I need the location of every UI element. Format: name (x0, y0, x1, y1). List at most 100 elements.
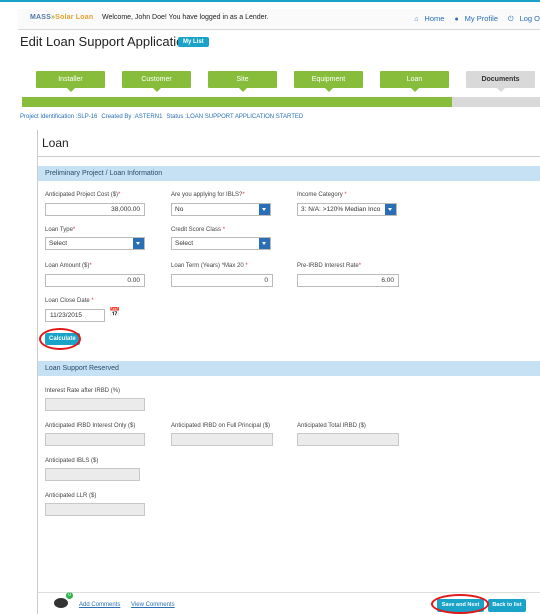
project-cost-label: Anticipated Project Cost ($)* (45, 192, 120, 198)
comment-count-badge: 0 (66, 592, 73, 599)
loan-term-label-text: Loan Term (Years) *Max 20 (171, 263, 246, 269)
loan-section-title: Loan (42, 136, 69, 150)
mass-solar-loan-logo[interactable]: MASS»Solar Loan (30, 14, 93, 21)
loan-amount-input[interactable]: 0.00 (45, 274, 145, 287)
progress-bar (22, 97, 540, 107)
irbd-interest-only-label: Anticipated IRBD Interest Only ($) (45, 423, 136, 429)
step-equipment-label: Equipment (311, 76, 346, 83)
chevron-down-icon (385, 204, 396, 215)
loan-close-date-label-text: Loan Close Date (45, 298, 92, 304)
calendar-icon[interactable]: 📅 (109, 307, 120, 318)
required-asterisk: * (91, 298, 94, 304)
step-customer[interactable]: Customer (122, 71, 191, 92)
my-profile-link-label: My Profile (464, 14, 499, 23)
pre-irbd-rate-label: Pre-IRBD Interest Rate* (297, 263, 361, 269)
page-title: Edit Loan Support Application (20, 34, 191, 49)
income-category-label-text: Income Category (297, 192, 345, 198)
step-pointer (66, 88, 75, 92)
chevron-down-icon (259, 238, 270, 249)
step-installer-label: Installer (58, 76, 83, 83)
credit-score-label: Credit Score Class * (171, 227, 225, 233)
step-pointer (238, 88, 247, 92)
step-installer[interactable]: Installer (36, 71, 105, 92)
rate-after-irbd-field (45, 398, 145, 411)
project-identification: Project Identification :SLP-16 (20, 114, 98, 120)
comments-icon[interactable] (54, 598, 68, 608)
loan-term-input[interactable]: 0 (171, 274, 273, 287)
credit-score-select[interactable]: Select (171, 237, 271, 250)
home-link-label: Home (424, 14, 445, 23)
ibls-select[interactable]: No (171, 203, 271, 216)
credit-score-label-text: Credit Score Class (171, 227, 223, 233)
income-category-select[interactable]: 3: N/A: >120% Median Inco (297, 203, 397, 216)
project-cost-input[interactable]: 38,000.00 (45, 203, 145, 216)
progress-bar-fill (22, 97, 452, 107)
back-to-list-button[interactable]: Back to list (488, 599, 526, 612)
ibls-select-value: No (175, 206, 184, 213)
logo-solar-loan: Solar Loan (55, 14, 94, 21)
loan-close-date-input[interactable]: 11/23/2015 (45, 309, 105, 322)
view-comments-link[interactable]: View Comments (131, 602, 175, 608)
section-divider (37, 156, 540, 157)
step-equipment[interactable]: Equipment (294, 71, 363, 92)
highlight-circle (39, 328, 81, 350)
top-links: ⌂ Home ● My Profile ⏻ Log O (404, 14, 540, 24)
created-by: Created By :ASTERN1 (101, 114, 163, 120)
chevron-down-icon (133, 238, 144, 249)
step-site-label: Site (236, 76, 249, 83)
required-asterisk: * (242, 192, 245, 198)
total-irbd-field (297, 433, 399, 446)
required-asterisk: * (245, 263, 248, 269)
anticipated-llr-field (45, 503, 145, 516)
my-list-button[interactable]: My List (178, 37, 209, 47)
step-documents-label: Documents (481, 76, 520, 83)
income-category-select-value: 3: N/A: >120% Median Inco (301, 206, 381, 213)
total-irbd-label: Anticipated Total IRBD ($) (297, 423, 366, 429)
my-profile-link[interactable]: ● My Profile (449, 14, 498, 23)
anticipated-ibls-label: Anticipated IBLS ($) (45, 458, 99, 464)
irbd-full-principal-field (171, 433, 273, 446)
required-asterisk: * (118, 192, 121, 198)
loan-type-select[interactable]: Select (45, 237, 145, 250)
step-documents[interactable]: Documents (466, 71, 535, 92)
loan-amount-label-text: Loan Amount ($) (45, 263, 90, 269)
income-category-label: Income Category * (297, 192, 347, 198)
user-icon: ● (454, 16, 459, 23)
home-link[interactable]: ⌂ Home (409, 14, 444, 23)
credit-score-select-value: Select (175, 240, 194, 247)
ibls-label-text: Are you applying for IBLS? (171, 192, 243, 198)
step-pointer (410, 88, 419, 92)
step-loan-label: Loan (406, 76, 423, 83)
irbd-interest-only-field (45, 433, 145, 446)
welcome-message: Welcome, John Doe! You have logged in as… (102, 14, 269, 21)
pre-irbd-rate-label-text: Pre-IRBD Interest Rate (297, 263, 359, 269)
highlight-circle (431, 594, 489, 614)
loan-type-select-value: Select (49, 240, 68, 247)
add-comments-link[interactable]: Add Comments (79, 602, 120, 608)
project-cost-label-text: Anticipated Project Cost ($) (45, 192, 119, 198)
project-status: Status :LOAN SUPPORT APPLICATION STARTED (166, 114, 304, 120)
preliminary-info-header: Preliminary Project / Loan Information (38, 166, 540, 181)
logout-link[interactable]: ⏻ Log O (503, 14, 540, 23)
loan-type-label-text: Loan Type (45, 227, 73, 233)
logo-mass: MASS (30, 14, 52, 21)
loan-close-date-label: Loan Close Date * (45, 298, 94, 304)
logout-link-label: Log O (519, 14, 540, 23)
pre-irbd-rate-input[interactable]: 6.00 (297, 274, 399, 287)
loan-support-reserved-header: Loan Support Reserved (38, 361, 540, 376)
loan-amount-label: Loan Amount ($)* (45, 263, 92, 269)
step-pointer (324, 88, 333, 92)
top-bar: MASS»Solar Loan Welcome, John Doe! You h… (18, 9, 540, 30)
step-pointer (496, 88, 505, 92)
step-site[interactable]: Site (208, 71, 277, 92)
top-accent-line (0, 0, 540, 2)
anticipated-ibls-field (45, 468, 140, 481)
required-asterisk: * (344, 192, 347, 198)
step-pointer (152, 88, 161, 92)
required-asterisk: * (222, 227, 226, 233)
anticipated-llr-label: Anticipated LLR ($) (45, 493, 97, 499)
step-loan[interactable]: Loan (380, 71, 449, 92)
home-icon: ⌂ (414, 16, 419, 23)
chevron-down-icon (259, 204, 270, 215)
required-asterisk: * (72, 227, 76, 233)
